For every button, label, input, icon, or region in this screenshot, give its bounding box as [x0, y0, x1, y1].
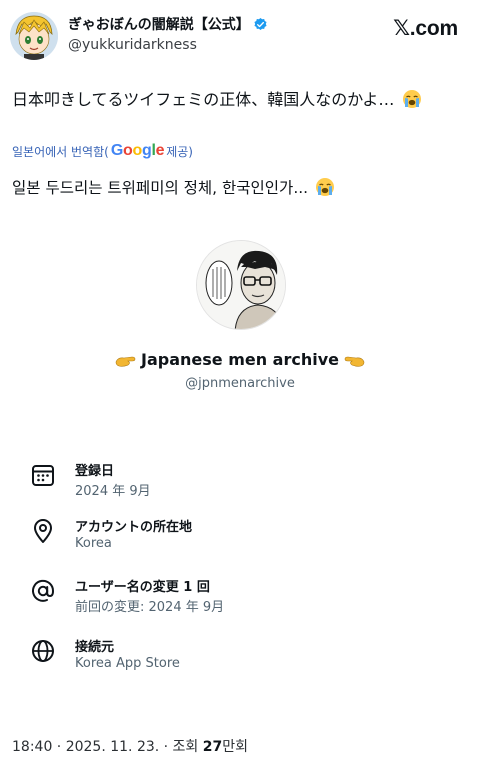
info-title: アカウントの所在地	[75, 520, 193, 535]
translated-text: 일본 두드리는 트위페미의 정체, 한국인인가...	[12, 176, 335, 200]
info-row-registered: 登録日 2024 年 9月	[28, 458, 448, 504]
google-letter-g: G	[110, 142, 123, 159]
pinching-hand-icon	[115, 353, 137, 367]
info-row-username-change: ユーザー名の変更 1 回 前回の変更: 2024 年 9月	[28, 574, 448, 620]
at-sign-icon	[30, 578, 56, 604]
translated-text-body: 일본 두드리는 트위페미의 정체, 한국인인가...	[12, 179, 314, 197]
tweet-timestamp[interactable]: 18:40 · 2025. 11. 23. · 조회	[12, 739, 203, 755]
profile-name[interactable]: Japanese men archive	[0, 350, 480, 369]
info-value: 2024 年 9月	[75, 484, 151, 499]
loudly-crying-face-icon	[315, 177, 335, 197]
info-value: Korea	[75, 536, 112, 551]
loudly-crying-face-icon	[402, 89, 422, 109]
info-row-connected-via: 接続元 Korea App Store	[28, 634, 448, 680]
manga-man-with-glasses-avatar-icon[interactable]	[196, 240, 286, 330]
profile-handle[interactable]: @jpnmenarchive	[0, 376, 480, 391]
google-letter-g2: g	[141, 142, 152, 159]
tweet-text: 日本叩きしてるツイフェミの正体、韓国人なのかよ…	[12, 88, 422, 112]
verified-badge-icon	[253, 17, 268, 32]
info-title: 接続元	[75, 640, 115, 655]
info-value: 前回の変更: 2024 年 9月	[75, 600, 225, 615]
translation-notice[interactable]: 일본어에서 번역함( Google 제공)	[12, 142, 193, 160]
google-logo: Google	[110, 142, 165, 160]
google-letter-e: e	[155, 142, 165, 159]
google-letter-o2: o	[132, 142, 142, 159]
x-brand-logo: 𝕏.com	[393, 17, 458, 40]
info-row-location: アカウントの所在地 Korea	[28, 514, 448, 560]
view-count-unit: 만회	[222, 739, 249, 755]
info-title: 登録日	[75, 464, 115, 479]
tweet-text-body: 日本叩きしてるツイフェミの正体、韓国人なのかよ…	[12, 90, 395, 109]
tweet-meta: 18:40 · 2025. 11. 23. · 조회 27만회	[12, 736, 248, 756]
info-value: Korea App Store	[75, 656, 180, 671]
anime-character-avatar-icon[interactable]	[10, 12, 58, 60]
author-name[interactable]: ぎゃおぼんの闇解説【公式】	[68, 14, 268, 34]
location-pin-icon	[30, 518, 56, 544]
tweet-header: ぎゃおぼんの闇解説【公式】 @yukkuridarkness 𝕏.com	[0, 0, 480, 70]
calendar-icon	[30, 462, 56, 488]
view-count: 27	[202, 739, 223, 755]
author-handle[interactable]: @yukkuridarkness	[68, 37, 197, 53]
profile-name-text: Japanese men archive	[141, 350, 339, 369]
author-name-text: ぎゃおぼんの闇解説【公式】	[68, 17, 250, 33]
translation-suffix: 제공)	[166, 144, 193, 159]
translation-prefix: 일본어에서 번역함(	[12, 144, 109, 159]
globe-icon	[30, 638, 56, 664]
info-title: ユーザー名の変更 1 回	[75, 580, 210, 595]
pinching-hand-icon	[343, 353, 365, 367]
